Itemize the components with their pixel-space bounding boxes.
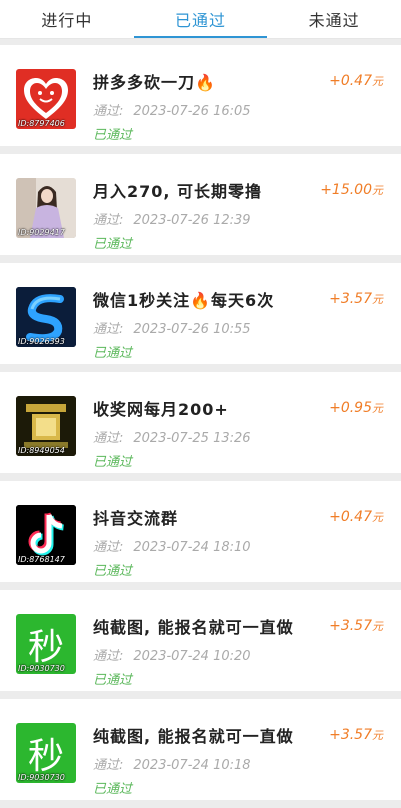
task-card[interactable]: ID:9026393 微信1秒关注🔥每天6次 通过: 2023-07-26 10:… — [0, 263, 401, 364]
miao-logo-icon: 秒 ID:9030730 — [16, 723, 76, 783]
reward-value: +0.95 — [329, 400, 372, 416]
task-list: ID:8797406 拼多多砍一刀🔥 通过: 2023-07-26 16:05 已… — [0, 45, 401, 808]
tab-in-progress[interactable]: 进行中 — [0, 0, 134, 38]
pass-time-label: 通过: — [93, 322, 124, 337]
task-id-label: ID:9029417 — [18, 228, 65, 237]
status-badge: 已通过 — [93, 564, 133, 579]
reward-unit: 元 — [372, 729, 383, 742]
reward-amount: +3.57元 — [329, 618, 383, 634]
pass-time-label: 通过: — [93, 758, 124, 773]
task-card[interactable]: ID:8797406 拼多多砍一刀🔥 通过: 2023-07-26 16:05 已… — [0, 45, 401, 146]
pass-time: 通过: 2023-07-26 12:39 — [93, 209, 251, 228]
s-logo-icon: ID:9026393 — [16, 287, 76, 347]
reward-amount: +0.95元 — [329, 400, 383, 416]
pass-time: 通过: 2023-07-26 16:05 — [93, 100, 251, 119]
reward-value: +0.47 — [329, 73, 372, 89]
task-card[interactable]: 秒 ID:9030730 纯截图, 能报名就可一直做 通过: 2023-07-24… — [0, 590, 401, 691]
pinduoduo-logo-icon: ID:8797406 — [16, 69, 76, 129]
pass-time: 通过: 2023-07-25 13:26 — [93, 427, 251, 446]
status-badge: 已通过 — [93, 346, 133, 361]
pass-time-value: 2023-07-24 18:10 — [133, 540, 251, 555]
pass-time-value: 2023-07-26 12:39 — [133, 213, 251, 228]
reward-amount: +3.57元 — [329, 727, 383, 743]
reward-unit: 元 — [372, 293, 383, 306]
task-title: 月入270, 可长期零撸 — [93, 182, 263, 201]
reward-amount: +15.00元 — [320, 182, 383, 198]
reward-value: +3.57 — [329, 618, 372, 634]
reward-unit: 元 — [372, 620, 383, 633]
pass-time-label: 通过: — [93, 540, 124, 555]
task-title: 纯截图, 能报名就可一直做 — [93, 727, 294, 746]
tab-approved[interactable]: 已通过 — [133, 0, 268, 38]
pass-time-value: 2023-07-24 10:18 — [133, 758, 251, 773]
task-id-label: ID:8949054 — [18, 446, 65, 455]
pass-time-label: 通过: — [93, 213, 124, 228]
status-badge: 已通过 — [93, 128, 133, 143]
reward-unit: 元 — [372, 402, 383, 415]
status-badge: 已通过 — [93, 782, 133, 797]
pass-time-value: 2023-07-24 10:20 — [133, 649, 251, 664]
task-card[interactable]: ID:9029417 月入270, 可长期零撸 通过: 2023-07-26 12… — [0, 154, 401, 255]
reward-unit: 元 — [372, 184, 383, 197]
pass-time-value: 2023-07-26 10:55 — [133, 322, 251, 337]
task-id-label: ID:8768147 — [18, 555, 65, 564]
reward-value: +0.47 — [329, 509, 372, 525]
status-badge: 已通过 — [93, 455, 133, 470]
pass-time: 通过: 2023-07-26 10:55 — [93, 318, 251, 337]
task-card[interactable]: ID:8768147 抖音交流群 通过: 2023-07-24 18:10 已通过… — [0, 481, 401, 582]
reward-unit: 元 — [372, 511, 383, 524]
prize-poster-icon: ID:8949054 — [16, 396, 76, 456]
tiktok-logo-icon: ID:8768147 — [16, 505, 76, 565]
miao-logo-icon: 秒 ID:9030730 — [16, 614, 76, 674]
pass-time-label: 通过: — [93, 649, 124, 664]
pass-time-label: 通过: — [93, 104, 124, 119]
task-title: 拼多多砍一刀🔥 — [93, 73, 216, 92]
status-badge: 已通过 — [93, 673, 133, 688]
pass-time: 通过: 2023-07-24 10:20 — [93, 645, 251, 664]
task-card[interactable]: ID:8949054 收奖网每月200+ 通过: 2023-07-25 13:26… — [0, 372, 401, 473]
task-id-label: ID:9030730 — [18, 773, 65, 782]
reward-amount: +0.47元 — [329, 73, 383, 89]
reward-unit: 元 — [372, 75, 383, 88]
reward-value: +3.57 — [329, 291, 372, 307]
reward-amount: +0.47元 — [329, 509, 383, 525]
task-id-label: ID:9026393 — [18, 337, 65, 346]
reward-value: +15.00 — [320, 182, 372, 198]
task-title: 微信1秒关注🔥每天6次 — [93, 291, 275, 310]
status-tabs: 进行中 已通过 未通过 — [0, 0, 401, 39]
task-title: 纯截图, 能报名就可一直做 — [93, 618, 294, 637]
reward-amount: +3.57元 — [329, 291, 383, 307]
task-title: 抖音交流群 — [93, 509, 179, 528]
pass-time-value: 2023-07-25 13:26 — [133, 431, 251, 446]
tab-rejected[interactable]: 未通过 — [267, 0, 401, 38]
pass-time: 通过: 2023-07-24 10:18 — [93, 754, 251, 773]
pass-time-label: 通过: — [93, 431, 124, 446]
pass-time: 通过: 2023-07-24 18:10 — [93, 536, 251, 555]
reward-value: +3.57 — [329, 727, 372, 743]
task-id-label: ID:8797406 — [18, 119, 65, 128]
woman-photo-icon: ID:9029417 — [16, 178, 76, 238]
task-card[interactable]: 秒 ID:9030730 纯截图, 能报名就可一直做 通过: 2023-07-24… — [0, 699, 401, 800]
task-id-label: ID:9030730 — [18, 664, 65, 673]
pass-time-value: 2023-07-26 16:05 — [133, 104, 251, 119]
status-badge: 已通过 — [93, 237, 133, 252]
task-title: 收奖网每月200+ — [93, 400, 229, 419]
